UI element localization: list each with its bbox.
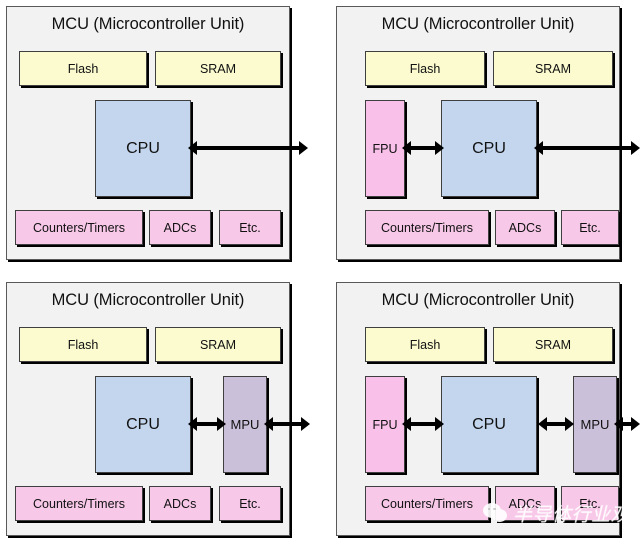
etc-block: Etc. [219,486,281,521]
mcu-panel-basic: MCU (Microcontroller Unit) Flash SRAM CP… [6,6,290,260]
fpu-block: FPU [365,376,405,473]
flash-block: Flash [365,51,485,86]
arrow-head-right-icon [631,141,640,155]
mcu-panel-with-fpu-and-mpu: MCU (Microcontroller Unit) Flash SRAM FP… [336,282,620,536]
arrow-head-right-icon [631,417,640,431]
mpu-block: MPU [223,376,267,473]
etc-block: Etc. [561,486,619,521]
sram-block: SRAM [155,327,281,362]
panel-title: MCU (Microcontroller Unit) [51,291,245,309]
adcs-block: ADCs [149,486,211,521]
arrow-head-right-icon [299,141,308,155]
etc-block: Etc. [561,210,619,245]
mcu-panel-with-fpu: MCU (Microcontroller Unit) Flash SRAM FP… [336,6,620,260]
cpu-block: CPU [441,100,537,197]
flash-block: Flash [365,327,485,362]
sram-block: SRAM [155,51,281,86]
panel-title: MCU (Microcontroller Unit) [381,291,575,309]
counters-timers-block: Counters/Timers [365,486,489,521]
counters-timers-block: Counters/Timers [15,486,143,521]
arrow-head-right-icon [301,417,310,431]
panel-title: MCU (Microcontroller Unit) [381,15,575,33]
fpu-block: FPU [365,100,405,197]
adcs-block: ADCs [495,210,555,245]
sram-block: SRAM [493,327,613,362]
etc-block: Etc. [219,210,281,245]
cpu-block: CPU [441,376,537,473]
cpu-block: CPU [95,100,191,197]
cpu-block: CPU [95,376,191,473]
flash-block: Flash [19,327,147,362]
panel-title: MCU (Microcontroller Unit) [51,15,245,33]
counters-timers-block: Counters/Timers [365,210,489,245]
flash-block: Flash [19,51,147,86]
adcs-block: ADCs [495,486,555,521]
counters-timers-block: Counters/Timers [15,210,143,245]
diagram-canvas: MCU (Microcontroller Unit) Flash SRAM CP… [0,0,640,542]
mcu-panel-with-mpu: MCU (Microcontroller Unit) Flash SRAM CP… [6,282,290,536]
mpu-block: MPU [573,376,617,473]
sram-block: SRAM [493,51,613,86]
arrow-shaft [621,422,633,426]
adcs-block: ADCs [149,210,211,245]
